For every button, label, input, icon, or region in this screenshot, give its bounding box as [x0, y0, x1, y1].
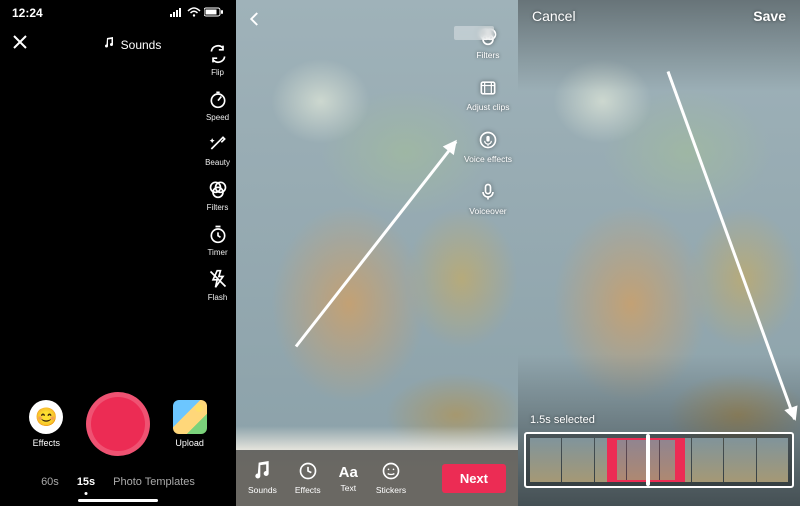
music-note-icon [103, 37, 115, 52]
gallery-thumb-icon [173, 400, 207, 434]
stickers-icon [381, 461, 401, 483]
filters-button[interactable]: Filters [207, 179, 229, 212]
flip-icon [208, 44, 228, 66]
text-icon: Aa [339, 464, 358, 481]
save-button[interactable]: Save [753, 8, 786, 24]
record-screen: 12:24 Sounds Flip [0, 0, 236, 506]
timer-button[interactable]: Timer [207, 224, 227, 257]
sounds-button[interactable]: Sounds [40, 37, 224, 52]
clip-timeline[interactable] [524, 432, 794, 488]
duration-modes: 60s 15s Photo Templates [0, 476, 236, 488]
beauty-button[interactable]: Beauty [205, 134, 230, 167]
edit-screen: Filters Adjust clips Voice effects Voice… [236, 0, 518, 506]
mode-15s[interactable]: 15s [77, 476, 95, 488]
battery-icon [204, 6, 224, 20]
text-button[interactable]: Aa Text [339, 464, 358, 493]
camera-tools: Flip Speed Beauty Filters Timer Flash [205, 44, 230, 302]
flash-off-icon [208, 269, 228, 291]
blur-overlay [454, 26, 494, 40]
status-indicators [170, 6, 224, 20]
filters-icon [208, 179, 228, 201]
effects-button[interactable]: 😊 Effects [29, 400, 63, 448]
edit-tools: Filters Adjust clips Voice effects Voice… [464, 26, 512, 216]
voiceover-icon [478, 182, 498, 204]
edit-bottom-bar: Sounds Effects Aa Text Stickers Next [236, 450, 518, 506]
timer-icon [208, 224, 228, 246]
flip-button[interactable]: Flip [208, 44, 228, 77]
speed-icon [208, 89, 228, 111]
effects-clock-icon [298, 461, 318, 483]
wifi-icon [187, 6, 201, 20]
home-indicator [78, 499, 158, 502]
effects-button[interactable]: Effects [295, 461, 321, 495]
sounds-button[interactable]: Sounds [248, 461, 277, 495]
timeline-frame [757, 438, 788, 482]
timeline-frame [724, 438, 755, 482]
timeline-frame [530, 438, 561, 482]
speed-button[interactable]: Speed [206, 89, 229, 122]
sounds-label: Sounds [121, 38, 162, 52]
adjust-clips-icon [478, 78, 498, 100]
adjust-clips-screen: Cancel Save 1.5s selected [518, 0, 800, 506]
timeline-frame [692, 438, 723, 482]
voiceover-button[interactable]: Voiceover [469, 182, 506, 216]
trim-handle-right[interactable] [675, 440, 685, 480]
trim-handle-left[interactable] [607, 440, 617, 480]
flash-button[interactable]: Flash [208, 269, 228, 302]
clock: 12:24 [12, 6, 43, 20]
back-button[interactable] [246, 10, 264, 33]
mode-photo-templates[interactable]: Photo Templates [113, 476, 195, 488]
beauty-icon [208, 134, 228, 156]
voice-effects-button[interactable]: Voice effects [464, 130, 512, 164]
next-button[interactable]: Next [442, 464, 506, 493]
status-bar: 12:24 [0, 0, 236, 20]
video-preview[interactable] [518, 0, 800, 506]
selected-duration-label: 1.5s selected [530, 414, 595, 426]
mode-60s[interactable]: 60s [41, 476, 59, 488]
signal-icon [170, 6, 184, 20]
playhead[interactable] [646, 434, 650, 486]
music-note-icon [252, 461, 272, 483]
timeline-frame [562, 438, 593, 482]
adjust-clips-button[interactable]: Adjust clips [466, 78, 509, 112]
close-icon[interactable] [12, 34, 28, 55]
stickers-button[interactable]: Stickers [376, 461, 406, 495]
smiley-icon: 😊 [29, 400, 63, 434]
record-button[interactable] [86, 392, 150, 456]
upload-button[interactable]: Upload [173, 400, 207, 448]
cancel-button[interactable]: Cancel [532, 8, 576, 24]
voice-effects-icon [478, 130, 498, 152]
